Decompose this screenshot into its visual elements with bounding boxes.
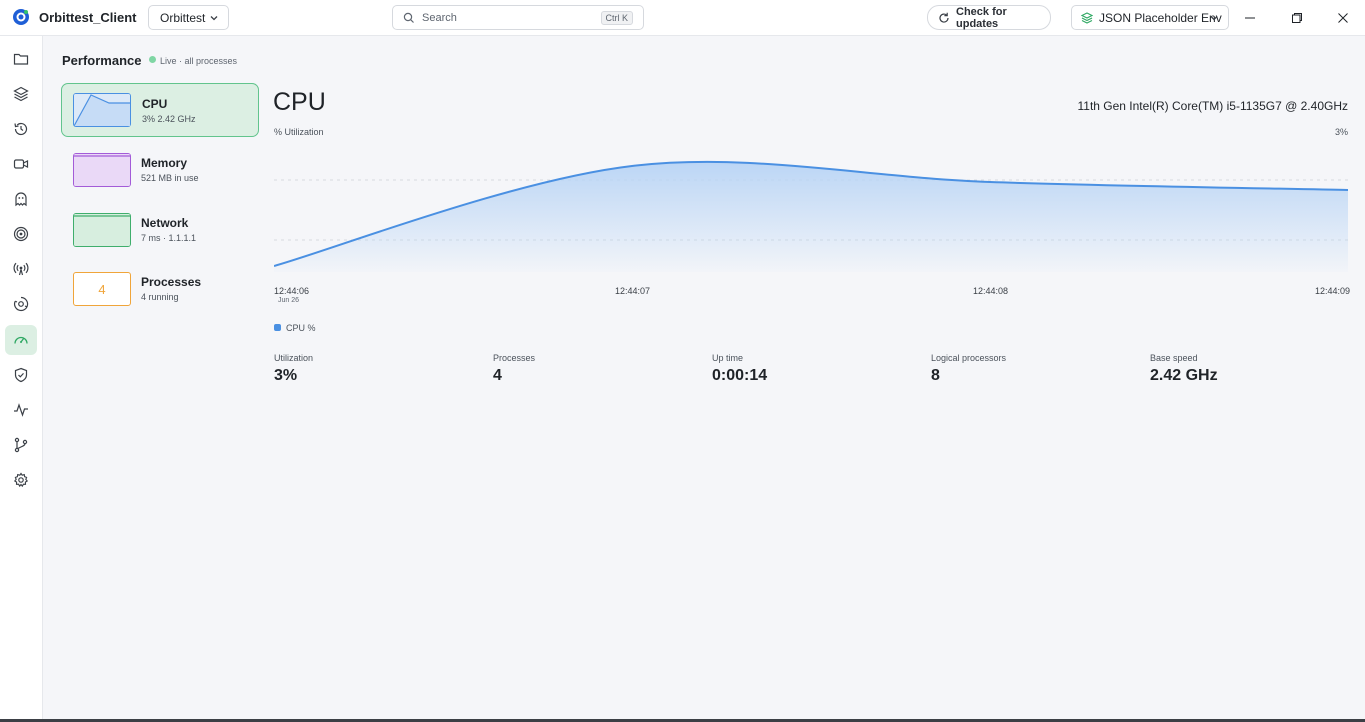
search-icon — [403, 12, 414, 23]
processes-count-badge: 4 — [73, 272, 131, 306]
search-box[interactable]: Search Ctrl K — [392, 5, 644, 30]
resource-sub-cpu: 3% 2.42 GHz — [142, 114, 196, 124]
stat-base-speed: Base speed 2.42 GHz — [1150, 353, 1218, 385]
live-status-dot — [149, 56, 156, 63]
environment-select[interactable]: JSON Placeholder Env — [1071, 5, 1229, 30]
gear-cog-icon — [14, 296, 29, 312]
stat-value: 0:00:14 — [712, 367, 768, 384]
sidebar-item-activity[interactable] — [5, 395, 37, 425]
restore-button[interactable] — [1287, 8, 1307, 28]
shield-icon — [14, 367, 28, 383]
layers-stack-icon — [1081, 12, 1093, 24]
stat-label: Processes — [493, 353, 536, 363]
stat-logical-processors: Logical processors 8 — [931, 353, 1006, 385]
resource-sub-memory: 521 MB in use — [141, 173, 199, 183]
check-updates-label: Check for updates — [956, 5, 1007, 30]
resource-card-cpu[interactable]: CPU 3% 2.42 GHz — [61, 83, 259, 137]
sidebar-item-collections[interactable] — [5, 44, 37, 74]
resource-name-memory: Memory — [141, 156, 188, 170]
activity-icon — [14, 403, 28, 417]
sidebar-item-integrations[interactable] — [5, 289, 37, 319]
x-tick-label: 12:44:07 — [615, 286, 651, 296]
stat-value: 2.42 GHz — [1150, 367, 1218, 384]
app-name: Orbittest_Client — [39, 10, 137, 25]
resource-name-processes: Processes — [141, 275, 202, 289]
resource-card-network[interactable]: Network 7 ms · 1.1.1.1 — [61, 203, 259, 257]
sidebar-item-mocks[interactable] — [5, 184, 37, 214]
sidebar-item-security[interactable] — [5, 360, 37, 390]
stat-uptime: Up time 0:00:14 — [712, 353, 767, 385]
broadcast-icon — [13, 262, 29, 276]
refresh-icon — [939, 12, 949, 23]
sidebar-item-environments[interactable] — [5, 79, 37, 109]
sidebar-item-monitors[interactable] — [5, 219, 37, 249]
branch-icon — [14, 437, 28, 453]
folder-icon — [13, 53, 29, 65]
close-window-button[interactable] — [1333, 8, 1353, 28]
target-icon — [13, 226, 29, 242]
stat-value: 8 — [931, 367, 940, 384]
title-bar: Orbittest_Client Orbittest Search Ctrl K… — [0, 0, 1365, 36]
sidebar-item-history[interactable] — [5, 114, 37, 144]
sidebar-item-network[interactable] — [5, 254, 37, 284]
page-title: Performance — [62, 53, 142, 68]
resource-sub-processes: 4 running — [141, 292, 179, 302]
app-logo-icon — [13, 9, 29, 25]
resource-name-cpu: CPU — [142, 97, 168, 111]
stat-utilization: Utilization 3% — [274, 353, 313, 385]
cpu-area-fill — [274, 161, 1348, 272]
minimize-button[interactable] — [1240, 8, 1260, 28]
minimize-icon — [1245, 17, 1255, 19]
legend-label-cpu: CPU % — [286, 323, 316, 333]
x-tick-label: 12:44:06 — [274, 286, 310, 296]
chevron-down-icon — [1210, 16, 1218, 21]
settings-icon — [13, 472, 29, 488]
sidebar-item-recordings[interactable] — [5, 149, 37, 179]
chevron-down-icon — [210, 16, 218, 21]
utilization-max-label: 3% — [1334, 127, 1348, 137]
stat-value: 4 — [493, 367, 502, 384]
resource-sub-network: 7 ms · 1.1.1.1 — [141, 233, 197, 243]
resource-name-network: Network — [141, 216, 189, 230]
resource-card-processes[interactable]: 4 Processes 4 running — [61, 262, 259, 316]
stat-label: Logical processors — [931, 353, 1007, 363]
search-input[interactable]: Search — [422, 12, 457, 24]
workspace-select[interactable]: Orbittest — [148, 5, 229, 30]
resource-card-memory[interactable]: Memory 521 MB in use — [61, 143, 259, 197]
check-updates-button[interactable]: Check for updates — [927, 5, 1051, 30]
cpu-heading: CPU — [273, 88, 326, 116]
stat-label: Up time — [712, 353, 744, 363]
processes-count: 4 — [98, 281, 106, 297]
restore-icon — [1292, 13, 1302, 23]
workspace-label: Orbittest — [160, 10, 206, 25]
history-icon — [14, 122, 28, 136]
cpu-model-name: 11th Gen Intel(R) Core(TM) i5-1135G7 @ 2… — [1077, 99, 1348, 113]
environment-label: JSON Placeholder Env — [1099, 10, 1222, 25]
memory-thumbnail-graph — [73, 153, 131, 187]
utilization-axis-label: % Utilization — [274, 127, 324, 137]
cpu-utilization-chart — [274, 160, 1348, 272]
stat-label: Base speed — [1150, 353, 1198, 363]
sidebar-item-git[interactable] — [5, 430, 37, 460]
live-status-text: Live · all processes — [160, 56, 238, 66]
cpu-thumbnail-graph — [73, 93, 131, 127]
x-tick-label: 12:44:08 — [973, 286, 1009, 296]
sidebar-item-performance[interactable] — [5, 325, 37, 355]
x-tick-label: 12:44:09 — [1315, 286, 1351, 296]
gauge-icon — [14, 336, 28, 344]
legend-swatch-cpu — [274, 324, 281, 331]
stat-value: 3% — [274, 367, 298, 384]
x-tick-date: Jun 26 — [278, 297, 300, 304]
close-icon — [1338, 13, 1348, 23]
network-thumbnail-graph — [73, 213, 131, 247]
video-icon — [13, 159, 29, 169]
stat-label: Utilization — [274, 353, 314, 363]
sidebar-item-settings[interactable] — [5, 465, 37, 495]
ghost-icon — [15, 192, 27, 207]
layers-icon — [13, 86, 29, 102]
stat-processes: Processes 4 — [493, 353, 535, 385]
sidebar — [0, 36, 43, 722]
search-shortcut: Ctrl K — [600, 11, 633, 25]
